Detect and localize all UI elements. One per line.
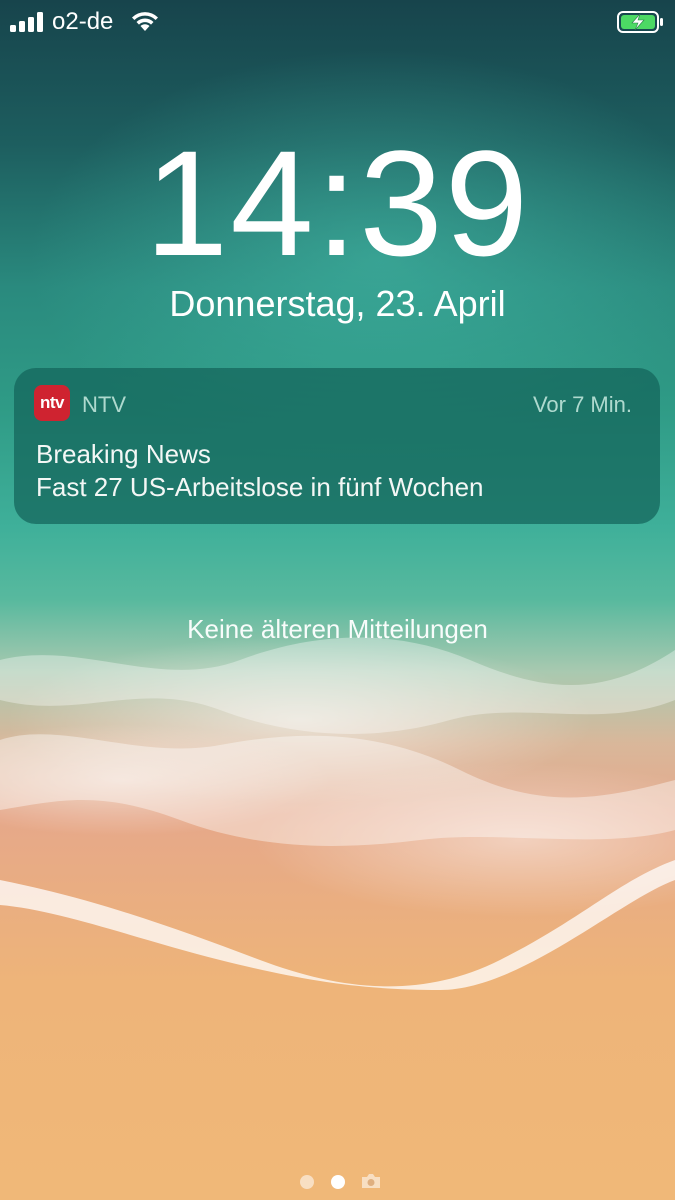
wifi-icon	[132, 12, 158, 31]
app-icon-text: ntv	[40, 393, 65, 412]
page-dot-2-active[interactable]	[331, 1175, 345, 1189]
page-dot-1[interactable]	[300, 1175, 314, 1189]
carrier-name: o2-de	[52, 8, 114, 35]
notification-time: Vor 7 Min.	[532, 392, 632, 417]
notification-body: Fast 27 US-Arbeitslose in fünf Wochen	[36, 472, 484, 502]
notification-app-name: NTV	[82, 392, 126, 417]
battery-charging-icon	[617, 11, 663, 33]
page-indicator[interactable]	[0, 1170, 675, 1194]
cellular-signal-icon	[10, 12, 43, 32]
camera-icon[interactable]	[360, 1172, 382, 1190]
notification-card[interactable]: ntv NTV Vor 7 Min. Breaking News Fast 27…	[14, 368, 660, 524]
lock-screen-clock: 14:39	[144, 119, 531, 287]
notification-title: Breaking News	[36, 439, 211, 469]
ntv-app-icon: ntv	[34, 385, 70, 421]
lock-screen-date: Donnerstag, 23. April	[169, 283, 506, 324]
no-older-notifications-label: Keine älteren Mitteilungen	[187, 614, 488, 644]
status-bar: o2-de	[0, 0, 675, 44]
